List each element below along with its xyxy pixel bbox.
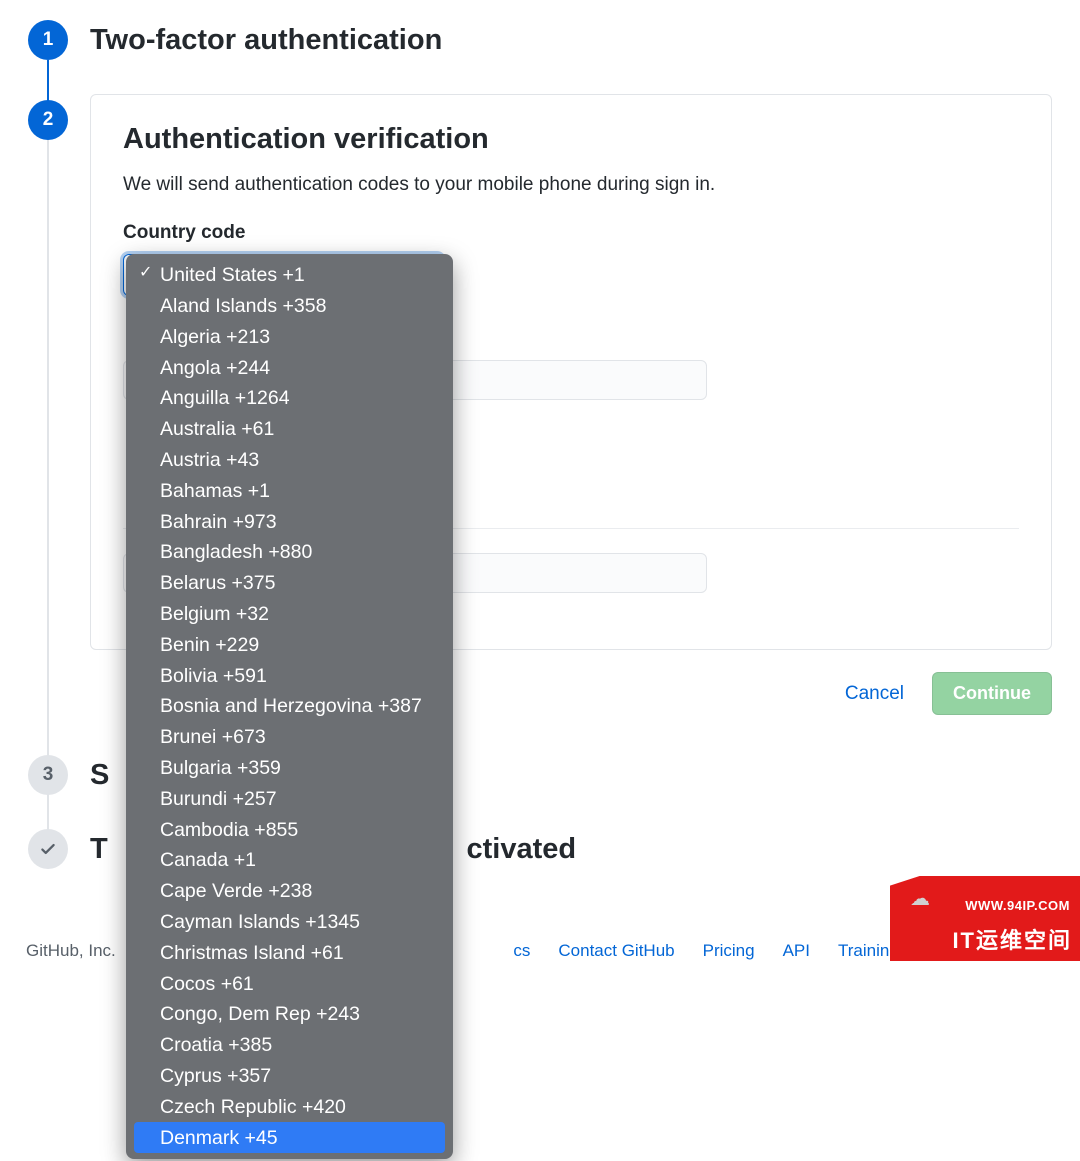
dropdown-item[interactable]: Aland Islands +358 — [130, 291, 449, 322]
dropdown-item[interactable]: Anguilla +1264 — [130, 383, 449, 414]
step-2-badge: 2 — [28, 100, 68, 140]
step-1-row: 1 Two-factor authentication — [28, 20, 1052, 60]
country-code-label: Country code — [123, 222, 1019, 244]
step-3-badge: 3 — [28, 755, 68, 795]
card-title: Authentication verification — [123, 123, 1019, 156]
footer-link-1[interactable]: cs — [513, 941, 530, 961]
dropdown-item[interactable]: Czech Republic +420 — [130, 1092, 449, 1123]
dropdown-item[interactable]: Cocos +61 — [130, 968, 449, 999]
dropdown-item[interactable]: Bosnia and Herzegovina +387 — [130, 691, 449, 722]
card-desc: We will send authentication codes to you… — [123, 174, 1019, 196]
check-icon — [39, 840, 57, 858]
continue-button[interactable]: Continue — [932, 672, 1052, 715]
footer-link-4[interactable]: API — [783, 941, 810, 961]
dropdown-item[interactable]: Australia +61 — [130, 414, 449, 445]
dropdown-item[interactable]: Brunei +673 — [130, 722, 449, 753]
dropdown-item[interactable]: Cyprus +357 — [130, 1061, 449, 1092]
dropdown-item[interactable]: Cayman Islands +1345 — [130, 907, 449, 938]
country-code-dropdown[interactable]: United States +1Aland Islands +358Algeri… — [126, 254, 453, 1159]
dropdown-item[interactable]: Canada +1 — [130, 845, 449, 876]
footer-company: GitHub, Inc. — [26, 941, 116, 961]
dropdown-item[interactable]: Bahamas +1 — [130, 476, 449, 507]
watermark-line1: WWW.94IP.COM — [965, 898, 1070, 913]
dropdown-item[interactable]: Denmark +45 — [134, 1122, 445, 1153]
dropdown-item[interactable]: United States +1 — [130, 260, 449, 291]
dropdown-item[interactable]: Congo, Dem Rep +243 — [130, 999, 449, 1030]
step-4-badge — [28, 829, 68, 869]
dropdown-item[interactable]: Cape Verde +238 — [130, 876, 449, 907]
dropdown-item[interactable]: Burundi +257 — [130, 784, 449, 815]
dropdown-item[interactable]: Belarus +375 — [130, 568, 449, 599]
watermark-icon: ☁ — [910, 886, 930, 911]
dropdown-item[interactable]: Bangladesh +880 — [130, 537, 449, 568]
dropdown-item[interactable]: Bahrain +973 — [130, 506, 449, 537]
dropdown-item[interactable]: Benin +229 — [130, 630, 449, 661]
dropdown-item[interactable]: Belgium +32 — [130, 599, 449, 630]
footer-link-2[interactable]: Contact GitHub — [558, 941, 674, 961]
dropdown-item[interactable]: Bulgaria +359 — [130, 753, 449, 784]
dropdown-item[interactable]: Croatia +385 — [130, 1030, 449, 1061]
footer-link-3[interactable]: Pricing — [703, 941, 755, 961]
watermark: ☁ WWW.94IP.COM IT运维空间 — [890, 876, 1080, 961]
dropdown-item[interactable]: Christmas Island +61 — [130, 938, 449, 969]
step-1-badge: 1 — [28, 20, 68, 60]
dropdown-item[interactable]: Algeria +213 — [130, 322, 449, 353]
step-1-title: Two-factor authentication — [90, 20, 442, 60]
dropdown-item[interactable]: Bolivia +591 — [130, 660, 449, 691]
dropdown-item[interactable]: Cambodia +855 — [130, 814, 449, 845]
connector-2-4 — [47, 140, 49, 860]
dropdown-item[interactable]: Angola +244 — [130, 352, 449, 383]
step-3-title: S — [90, 755, 109, 795]
cancel-button[interactable]: Cancel — [845, 683, 904, 705]
dropdown-item[interactable]: Austria +43 — [130, 445, 449, 476]
watermark-line2: IT运维空间 — [952, 923, 1072, 955]
